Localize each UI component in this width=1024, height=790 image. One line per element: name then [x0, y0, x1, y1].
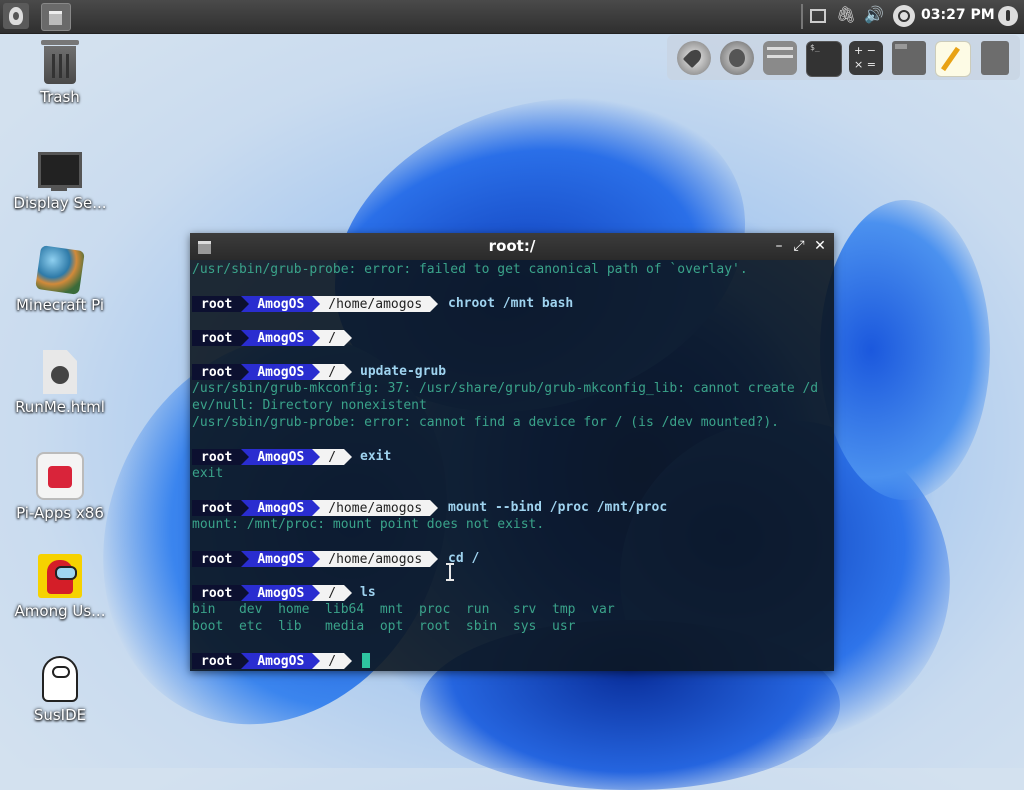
- prompt-path: /: [312, 653, 352, 669]
- prompt: root AmogOS /: [192, 449, 352, 465]
- desktop-icon-label: Among Us...: [14, 602, 106, 620]
- prompt-path: /: [312, 449, 352, 465]
- desktop-icon-minecraft-pi[interactable]: Minecraft Pi: [4, 245, 116, 314]
- top-panel: 🖇 🔊 03:27 PM: [0, 0, 1024, 34]
- command-text: mount --bind /proc /mnt/proc: [448, 500, 668, 515]
- prompt-user: root: [192, 585, 242, 601]
- terminal-output[interactable]: /usr/sbin/grub-probe: error: failed to g…: [192, 261, 832, 669]
- prompt-user: root: [192, 500, 242, 516]
- desktop-icon-display-settings[interactable]: Display Se...: [4, 144, 116, 212]
- prompt: root AmogOS /: [192, 585, 352, 601]
- prompt: root AmogOS /home/amogos: [192, 551, 439, 567]
- desktop-icon-pi-apps[interactable]: Pi-Apps x86: [4, 452, 116, 522]
- desktop-icon-trash[interactable]: Trash: [4, 40, 116, 106]
- output-line: /usr/sbin/grub-probe: error: failed to g…: [192, 262, 748, 277]
- html-file-icon: [43, 350, 77, 394]
- pi-apps-icon: [36, 452, 84, 500]
- suside-icon: [42, 656, 78, 702]
- minecraft-icon: [35, 245, 85, 295]
- desktop-icon-label: Display Se...: [13, 194, 107, 212]
- rocket-launcher-icon[interactable]: [677, 41, 711, 75]
- mouse-ibeam-cursor: [446, 563, 454, 581]
- command-text: exit: [360, 449, 392, 464]
- firefox-icon[interactable]: [720, 41, 754, 75]
- desktop-icon-runme-html[interactable]: RunMe.html: [4, 350, 116, 416]
- taskbar-terminal-button[interactable]: [41, 3, 71, 31]
- output-line: bin dev home lib64 mnt proc run srv tmp …: [192, 602, 615, 617]
- terminal-icon[interactable]: [806, 41, 842, 77]
- prompt-user: root: [192, 364, 242, 380]
- desktop-icon-label: Trash: [40, 88, 80, 106]
- prompt-user: root: [192, 653, 242, 669]
- close-button[interactable]: ✕: [812, 238, 828, 254]
- desktop-icon-suside[interactable]: SusIDE: [4, 656, 116, 724]
- menu-logo-icon: [9, 7, 23, 25]
- prompt-host: AmogOS: [241, 449, 313, 465]
- file-archiver-icon[interactable]: [763, 41, 797, 75]
- text-editor-icon[interactable]: [935, 41, 971, 77]
- prompt-user: root: [192, 551, 242, 567]
- output-line: exit: [192, 466, 224, 481]
- file-manager-icon[interactable]: [892, 41, 926, 75]
- prompt: root AmogOS /: [192, 653, 352, 669]
- prompt-path: /home/amogos: [312, 551, 439, 567]
- prompt-path: /: [312, 585, 352, 601]
- prompt-host: AmogOS: [241, 551, 313, 567]
- trash-icon: [41, 40, 79, 84]
- command-text: update-grub: [360, 364, 447, 379]
- prompt-path: /: [312, 364, 352, 380]
- prompt-path: /: [312, 330, 352, 346]
- app-menu-button[interactable]: [3, 3, 29, 29]
- prompt: root AmogOS /home/amogos: [192, 296, 439, 312]
- window-titlebar[interactable]: root:/ – ⤢ ✕: [190, 233, 834, 260]
- wallpaper-bloom: [820, 200, 990, 500]
- prompt: root AmogOS /home/amogos: [192, 500, 439, 516]
- text-cursor: [362, 653, 370, 668]
- prompt-host: AmogOS: [241, 500, 313, 516]
- prompt-user: root: [192, 296, 242, 312]
- minimize-button[interactable]: –: [771, 238, 787, 254]
- desktop-icon-label: RunMe.html: [15, 398, 105, 416]
- network-icon[interactable]: [810, 9, 826, 23]
- output-line: mount: /mnt/proc: mount point does not e…: [192, 517, 545, 532]
- prompt: root AmogOS /: [192, 364, 352, 380]
- desktop-icon-label: Pi-Apps x86: [16, 504, 104, 522]
- output-line: ev/null: Directory nonexistent: [192, 398, 427, 413]
- desktop-icon-label: Minecraft Pi: [15, 296, 104, 314]
- volume-icon[interactable]: 🔊: [864, 5, 884, 24]
- desktop-icon-among-us[interactable]: Among Us...: [4, 554, 116, 620]
- desktop-icon-label: SusIDE: [33, 706, 87, 724]
- panel-separator: [801, 4, 803, 29]
- prompt: root AmogOS /: [192, 330, 352, 346]
- among-us-icon: [38, 554, 82, 598]
- prompt-user: root: [192, 449, 242, 465]
- maximize-button[interactable]: ⤢: [791, 238, 807, 254]
- clipboard-icon[interactable]: 🖇: [836, 5, 856, 24]
- prompt-host: AmogOS: [241, 585, 313, 601]
- window-title: root:/: [488, 237, 536, 255]
- output-line: /usr/sbin/grub-mkconfig: 37: /usr/share/…: [192, 381, 819, 396]
- prompt-user: root: [192, 330, 242, 346]
- dock: [667, 35, 1020, 80]
- clock[interactable]: 03:27 PM: [921, 7, 995, 23]
- calculator-icon[interactable]: [849, 41, 883, 75]
- power-icon[interactable]: [998, 6, 1018, 26]
- prompt-host: AmogOS: [241, 296, 313, 312]
- monitor-icon: [38, 152, 82, 191]
- window-icon: [49, 11, 62, 25]
- command-text: chroot /mnt bash: [448, 296, 574, 311]
- output-line: /usr/sbin/grub-probe: error: cannot find…: [192, 415, 779, 430]
- search-icon[interactable]: [893, 5, 915, 27]
- prompt-host: AmogOS: [241, 653, 313, 669]
- output-line: boot etc lib media opt root sbin sys usr: [192, 619, 576, 634]
- terminal-window[interactable]: root:/ – ⤢ ✕ /usr/sbin/grub-probe: error…: [190, 233, 834, 671]
- prompt-host: AmogOS: [241, 364, 313, 380]
- prompt-host: AmogOS: [241, 330, 313, 346]
- prompt-path: /home/amogos: [312, 296, 439, 312]
- command-text: ls: [360, 585, 376, 600]
- prompt-path: /home/amogos: [312, 500, 439, 516]
- trash-icon[interactable]: [981, 41, 1009, 75]
